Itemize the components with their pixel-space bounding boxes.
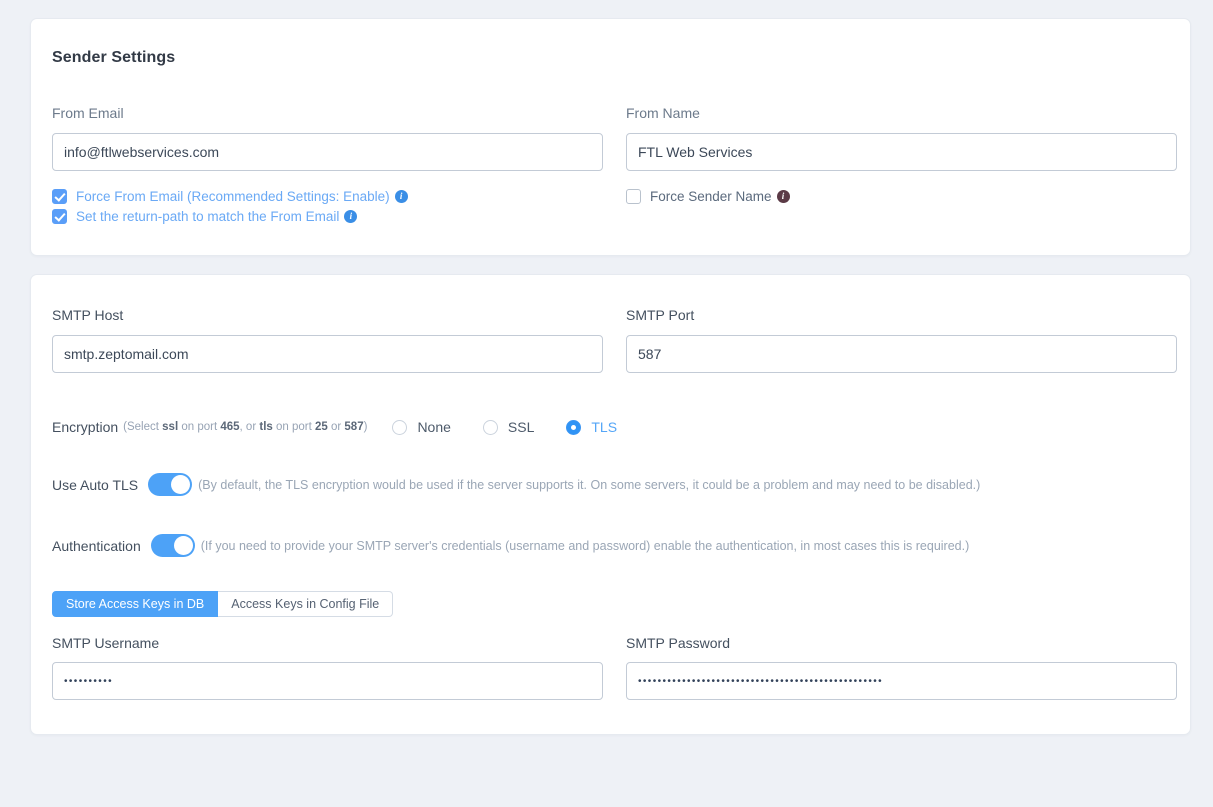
sender-fields-row: From Email info@ftlwebservices.com From … — [52, 105, 1177, 171]
encryption-radio-group: None SSL TLS — [392, 419, 649, 435]
radio-none[interactable] — [392, 419, 408, 435]
auto-tls-label: Use Auto TLS — [52, 476, 139, 493]
return-path-row[interactable]: Set the return-path to match the From Em… — [52, 209, 603, 224]
force-from-email-checkbox[interactable] — [52, 189, 67, 204]
radio-ssl[interactable] — [482, 419, 498, 435]
sender-checkbox-row: Force From Email (Recommended Settings: … — [52, 189, 1160, 229]
force-sender-name-checkbox[interactable] — [626, 189, 641, 204]
smtp-port-input[interactable]: 587 — [626, 335, 1177, 373]
auto-tls-row: Use Auto TLS (By default, the TLS encryp… — [52, 473, 1160, 496]
from-name-label: From Name — [626, 105, 700, 121]
from-email-input[interactable]: info@ftlwebservices.com — [52, 133, 603, 171]
return-path-label: Set the return-path to match the From Em… — [76, 209, 340, 224]
encryption-label: Encryption — [52, 419, 119, 435]
encryption-option-tls[interactable]: TLS — [566, 419, 617, 435]
from-name-group: From Name FTL Web Services — [626, 105, 1177, 171]
sender-checkbox-left-group: Force From Email (Recommended Settings: … — [52, 189, 603, 229]
authentication-hint: (If you need to provide your SMTP server… — [200, 538, 970, 553]
smtp-username-input[interactable]: •••••••••• — [52, 662, 603, 700]
encryption-option-ssl[interactable]: SSL — [482, 419, 535, 435]
smtp-password-label: SMTP Password — [626, 635, 730, 651]
info-icon[interactable]: i — [344, 210, 358, 223]
encryption-row: Encryption (Select ssl on port 465, or t… — [52, 419, 1160, 435]
toggle-knob — [171, 475, 191, 494]
info-icon[interactable]: i — [776, 190, 790, 203]
credentials-row: SMTP Username •••••••••• SMTP Password •… — [52, 635, 1177, 700]
from-name-input[interactable]: FTL Web Services — [626, 133, 1177, 171]
smtp-password-input[interactable]: ••••••••••••••••••••••••••••••••••••••••… — [626, 662, 1177, 700]
smtp-port-label: SMTP Port — [626, 307, 695, 323]
authentication-row: Authentication (If you need to provide y… — [52, 534, 1160, 557]
auto-tls-toggle[interactable] — [148, 473, 193, 496]
authentication-toggle[interactable] — [150, 534, 195, 557]
toggle-knob — [173, 536, 193, 555]
smtp-username-group: SMTP Username •••••••••• — [52, 635, 603, 700]
auto-tls-hint: (By default, the TLS encryption would be… — [198, 477, 981, 492]
radio-tls-label: TLS — [591, 419, 618, 435]
tab-store-access-keys-in-db[interactable]: Store Access Keys in DB — [52, 591, 219, 617]
sender-checkbox-right-group: Force Sender Name i — [626, 189, 1177, 229]
from-email-group: From Email info@ftlwebservices.com — [52, 105, 603, 171]
smtp-host-group: SMTP Host smtp.zeptomail.com — [52, 307, 603, 373]
smtp-settings-card: SMTP Host smtp.zeptomail.com SMTP Port 5… — [30, 274, 1191, 735]
from-email-label: From Email — [52, 105, 124, 121]
page-title: Sender Settings — [52, 49, 176, 66]
smtp-username-label: SMTP Username — [52, 635, 160, 651]
force-from-email-row[interactable]: Force From Email (Recommended Settings: … — [52, 189, 603, 204]
force-from-email-label: Force From Email (Recommended Settings: … — [76, 189, 390, 204]
force-sender-name-row[interactable]: Force Sender Name i — [626, 189, 1177, 204]
radio-none-label: None — [417, 419, 451, 435]
radio-ssl-label: SSL — [507, 419, 535, 435]
sender-settings-card: Sender Settings From Email info@ftlwebse… — [30, 18, 1191, 256]
return-path-checkbox[interactable] — [52, 209, 67, 224]
smtp-password-group: SMTP Password ••••••••••••••••••••••••••… — [626, 635, 1177, 700]
force-sender-name-label: Force Sender Name — [650, 189, 772, 204]
authentication-label: Authentication — [52, 537, 141, 554]
tab-access-keys-in-config-file[interactable]: Access Keys in Config File — [218, 591, 394, 617]
access-keys-tab-group: Store Access Keys in DB Access Keys in C… — [52, 591, 1160, 617]
smtp-host-port-row: SMTP Host smtp.zeptomail.com SMTP Port 5… — [52, 307, 1177, 373]
info-icon[interactable]: i — [394, 190, 408, 203]
smtp-host-label: SMTP Host — [52, 307, 124, 323]
settings-page: Sender Settings From Email info@ftlwebse… — [0, 0, 1213, 735]
encryption-option-none[interactable]: None — [392, 419, 451, 435]
smtp-host-input[interactable]: smtp.zeptomail.com — [52, 335, 603, 373]
encryption-hint: (Select ssl on port 465, or tls on port … — [123, 421, 368, 433]
radio-tls[interactable] — [566, 419, 582, 435]
smtp-port-group: SMTP Port 587 — [626, 307, 1177, 373]
